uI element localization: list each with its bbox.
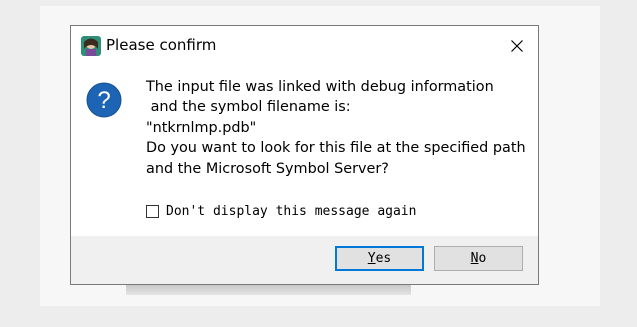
dont-display-checkbox[interactable]: [146, 205, 159, 218]
message-line: The input file was linked with debug inf…: [146, 79, 494, 95]
dialog-content: ? The input file was linked with debug i…: [71, 65, 538, 236]
yes-button-mnemonic: Y: [367, 251, 376, 266]
app-icon: [81, 36, 101, 56]
background-shadow: [126, 285, 411, 295]
message-line: Do you want to look for this file at the…: [146, 140, 526, 157]
dont-display-checkbox-row[interactable]: Don't display this message again: [146, 204, 416, 219]
no-button[interactable]: No: [434, 246, 523, 271]
yes-button-label: es: [375, 251, 392, 266]
dialog-title: Please confirm: [106, 36, 217, 54]
message-line: and the Microsoft Symbol Server?: [146, 160, 389, 177]
close-button[interactable]: [496, 26, 538, 65]
message-text: The input file was linked with debug inf…: [146, 77, 536, 179]
no-button-mnemonic: N: [470, 251, 479, 266]
no-button-label: o: [478, 251, 487, 266]
question-icon: ?: [86, 82, 122, 118]
button-bar: Yes No: [71, 236, 538, 284]
message-line: "ntkrnlmp.pdb": [146, 119, 257, 136]
title-bar[interactable]: Please confirm: [71, 26, 538, 65]
svg-text:?: ?: [97, 87, 110, 114]
confirm-dialog: Please confirm ? The input file was link…: [70, 25, 539, 285]
yes-button[interactable]: Yes: [335, 246, 424, 271]
close-icon: [511, 39, 523, 52]
message-line: and the symbol filename is:: [146, 99, 351, 116]
dont-display-checkbox-label[interactable]: Don't display this message again: [166, 204, 416, 219]
